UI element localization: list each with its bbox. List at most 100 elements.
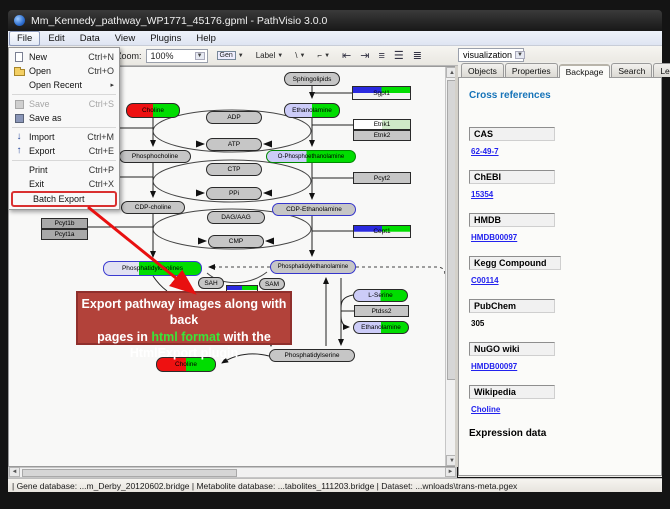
annotation-line2: pages in html format with the xyxy=(78,329,290,345)
status-text: | Gene database: ...m_Derby_20120602.bri… xyxy=(12,481,517,491)
print-icon[interactable]: ≣ xyxy=(413,49,422,62)
xref-name: CAS xyxy=(469,127,555,141)
import-icon: ↓ xyxy=(9,132,29,142)
menu-item-open-recent[interactable]: Open Recent▸ xyxy=(9,78,119,92)
xref-link[interactable]: C00114 xyxy=(471,276,499,287)
node-etnk2[interactable]: Etnk2 xyxy=(353,130,411,141)
xref-name: NuGO wiki xyxy=(469,342,555,356)
tab-objects[interactable]: Objects xyxy=(461,63,504,77)
horizontal-scrollbar[interactable]: ◄ ► xyxy=(8,467,457,478)
menu-help[interactable]: Help xyxy=(189,32,223,45)
xref-link[interactable]: HMDB00097 xyxy=(471,233,517,244)
xref-name: ChEBI xyxy=(469,170,555,184)
xref-link[interactable]: 15354 xyxy=(471,190,493,201)
tab-legend[interactable]: Legend xyxy=(653,63,670,77)
menu-item-export[interactable]: ↑ ExportCtrl+E xyxy=(9,144,119,158)
menu-separator xyxy=(12,127,116,128)
menu-item-exit[interactable]: ExitCtrl+X xyxy=(9,177,119,191)
side-panel-tabs: Objects Properties Backpage Search Legen… xyxy=(458,63,662,78)
node-phosphatidylcholines[interactable]: Phosphatidylcholines xyxy=(103,261,202,276)
new-file-icon xyxy=(9,52,29,62)
node-ethanolamine[interactable]: Ethanolamine xyxy=(284,103,340,118)
menu-plugins[interactable]: Plugins xyxy=(143,32,188,45)
xref-section: NuGO wiki HMDB00097 xyxy=(469,342,661,374)
node-etnk1[interactable]: Etnk1 xyxy=(353,119,411,130)
xref-link[interactable]: Choline xyxy=(471,405,500,416)
scrollbar-thumb[interactable] xyxy=(22,469,237,477)
node-cept1[interactable]: Cept1 xyxy=(353,225,411,238)
node-cmp[interactable]: CMP xyxy=(208,235,264,248)
menu-separator xyxy=(12,160,116,161)
menu-item-batch-export[interactable]: Batch Export xyxy=(11,191,117,207)
node-phosphatidylethanolamine[interactable]: Phosphatidylethanolamine xyxy=(270,260,356,274)
node-ptdss2[interactable]: Ptdss2 xyxy=(354,305,409,317)
menu-item-import[interactable]: ↓ ImportCtrl+M xyxy=(9,130,119,144)
submenu-arrow-icon: ▸ xyxy=(110,81,114,89)
menu-data[interactable]: Data xyxy=(73,32,107,45)
backpage-panel: Cross references CAS 62-49-7 ChEBI 15354… xyxy=(458,78,662,476)
save-icon xyxy=(9,100,29,109)
node-sgpl1[interactable]: Sgpl1 xyxy=(352,86,411,100)
gene-tool-button[interactable]: Gen ▼ xyxy=(214,49,247,62)
label-tool-button[interactable]: Label ▼ xyxy=(253,49,287,62)
xref-link[interactable]: HMDB00097 xyxy=(471,362,517,373)
node-sphingolipids[interactable]: Sphingolipids xyxy=(284,72,340,86)
cross-references-heading: Cross references xyxy=(469,90,661,101)
application-window: Mm_Kennedy_pathway_WP1771_45176.gpml - P… xyxy=(0,0,670,509)
node-o-phosphoethanolamine[interactable]: O-Phosphoethanolamine xyxy=(266,150,356,163)
menu-separator xyxy=(12,94,116,95)
node-choline[interactable]: Choline xyxy=(126,103,180,118)
annotation-line1: Export pathway images along with back xyxy=(78,296,290,329)
node-phosphocholine[interactable]: Phosphocholine xyxy=(119,150,191,163)
callout-annotation: Export pathway images along with back pa… xyxy=(76,291,292,345)
menu-bar: File Edit Data View Plugins Help xyxy=(8,31,662,46)
panel-splitter[interactable] xyxy=(455,66,458,467)
file-menu-dropdown: NewCtrl+N OpenCtrl+O Open Recent▸ SaveCt… xyxy=(8,47,120,210)
node-ethanolamine-bottom[interactable]: Ethanolamine xyxy=(353,321,409,334)
tab-search[interactable]: Search xyxy=(611,63,652,77)
node-l-serine[interactable]: L-Serine xyxy=(353,289,408,302)
menu-item-print[interactable]: PrintCtrl+P xyxy=(9,163,119,177)
zoom-combobox[interactable]: 100% ▼ xyxy=(146,49,208,63)
node-sah[interactable]: SAH xyxy=(198,277,224,289)
align-icon[interactable]: ⇤ xyxy=(342,49,351,62)
menu-edit[interactable]: Edit xyxy=(41,32,71,45)
open-folder-icon xyxy=(9,67,29,76)
line-tool-button[interactable]: \ ▼ xyxy=(292,49,308,62)
xref-link[interactable]: 62-49-7 xyxy=(471,147,499,158)
export-icon: ↑ xyxy=(9,146,29,156)
chevron-down-icon: ▼ xyxy=(515,51,525,59)
menu-view[interactable]: View xyxy=(108,32,142,45)
tab-backpage[interactable]: Backpage xyxy=(559,64,611,78)
node-pcyt1a[interactable]: Pcyt1a xyxy=(41,229,88,240)
node-sam[interactable]: SAM xyxy=(259,278,285,290)
xref-name: HMDB xyxy=(469,213,555,227)
xref-section: ChEBI 15354 xyxy=(469,170,661,202)
menu-file[interactable]: File xyxy=(9,31,40,46)
node-ctp[interactable]: CTP xyxy=(206,163,262,176)
window-title: Mm_Kennedy_pathway_WP1771_45176.gpml - P… xyxy=(31,15,327,27)
node-adp[interactable]: ADP xyxy=(206,111,262,124)
app-icon xyxy=(14,15,25,26)
shape-tool-button[interactable]: ⌐ ▼ xyxy=(314,49,333,62)
scroll-left-icon[interactable]: ◄ xyxy=(9,467,20,477)
node-dag-aag[interactable]: DAG/AAG xyxy=(207,211,265,224)
node-cdp-choline[interactable]: CDP-choline xyxy=(121,201,185,214)
stack-horizontal-icon[interactable]: ≡ xyxy=(378,50,384,62)
menu-item-new[interactable]: NewCtrl+N xyxy=(9,50,119,64)
menu-item-open[interactable]: OpenCtrl+O xyxy=(9,64,119,78)
node-ppi[interactable]: PPi xyxy=(206,187,262,200)
node-pcyt2[interactable]: Pcyt2 xyxy=(353,172,411,184)
stack-vertical-icon[interactable]: ☰ xyxy=(394,49,404,62)
scroll-right-icon[interactable]: ► xyxy=(445,467,456,477)
xref-section: HMDB HMDB00097 xyxy=(469,213,661,245)
distribute-icon[interactable]: ⇥ xyxy=(360,49,369,62)
node-pcyt1b[interactable]: Pcyt1b xyxy=(41,218,88,229)
xref-section: CAS 62-49-7 xyxy=(469,127,661,159)
node-cdp-ethanolamine[interactable]: CDP-Ethanolamine xyxy=(272,203,356,216)
menu-item-save-as[interactable]: Save as xyxy=(9,111,119,125)
visualization-combobox[interactable]: visualization ▼ xyxy=(458,48,524,62)
xref-name: PubChem xyxy=(469,299,555,313)
node-atp[interactable]: ATP xyxy=(206,138,262,151)
tab-properties[interactable]: Properties xyxy=(505,63,558,77)
